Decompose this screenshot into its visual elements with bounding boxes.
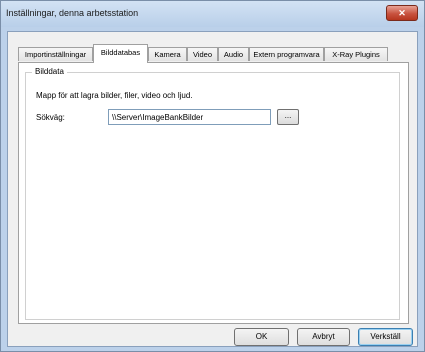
close-button[interactable]: ✕ — [386, 5, 418, 21]
dialog-body: Importinställningar Bilddatabas Kamera V… — [7, 31, 418, 347]
path-input[interactable] — [108, 109, 271, 125]
close-icon: ✕ — [398, 8, 406, 18]
bilddata-group: Bilddata Mapp för att lagra bilder, file… — [25, 67, 400, 320]
tab-audio[interactable]: Audio — [218, 47, 249, 61]
tab-video[interactable]: Video — [187, 47, 218, 61]
tab-extern-programvara[interactable]: Extern programvara — [249, 47, 324, 61]
tab-panel-bilddatabas: Bilddata Mapp för att lagra bilder, file… — [18, 62, 409, 324]
settings-dialog: Inställningar, denna arbetsstation ✕ Imp… — [0, 0, 425, 352]
tab-importinstallningar[interactable]: Importinställningar — [18, 47, 93, 61]
browse-button[interactable]: ... — [277, 109, 299, 125]
group-description: Mapp för att lagra bilder, filer, video … — [36, 91, 193, 100]
window-title: Inställningar, denna arbetsstation — [6, 8, 139, 18]
ok-button[interactable]: OK — [234, 328, 289, 346]
cancel-button[interactable]: Avbryt — [297, 328, 350, 346]
title-bar[interactable]: Inställningar, denna arbetsstation ✕ — [1, 1, 424, 27]
tab-bilddatabas[interactable]: Bilddatabas — [93, 44, 148, 63]
tab-xray-plugins[interactable]: X-Ray Plugins — [324, 47, 388, 61]
group-title: Bilddata — [32, 67, 67, 76]
path-label: Sökväg: — [36, 113, 65, 122]
apply-button[interactable]: Verkställ — [358, 328, 413, 346]
tab-kamera[interactable]: Kamera — [148, 47, 187, 61]
